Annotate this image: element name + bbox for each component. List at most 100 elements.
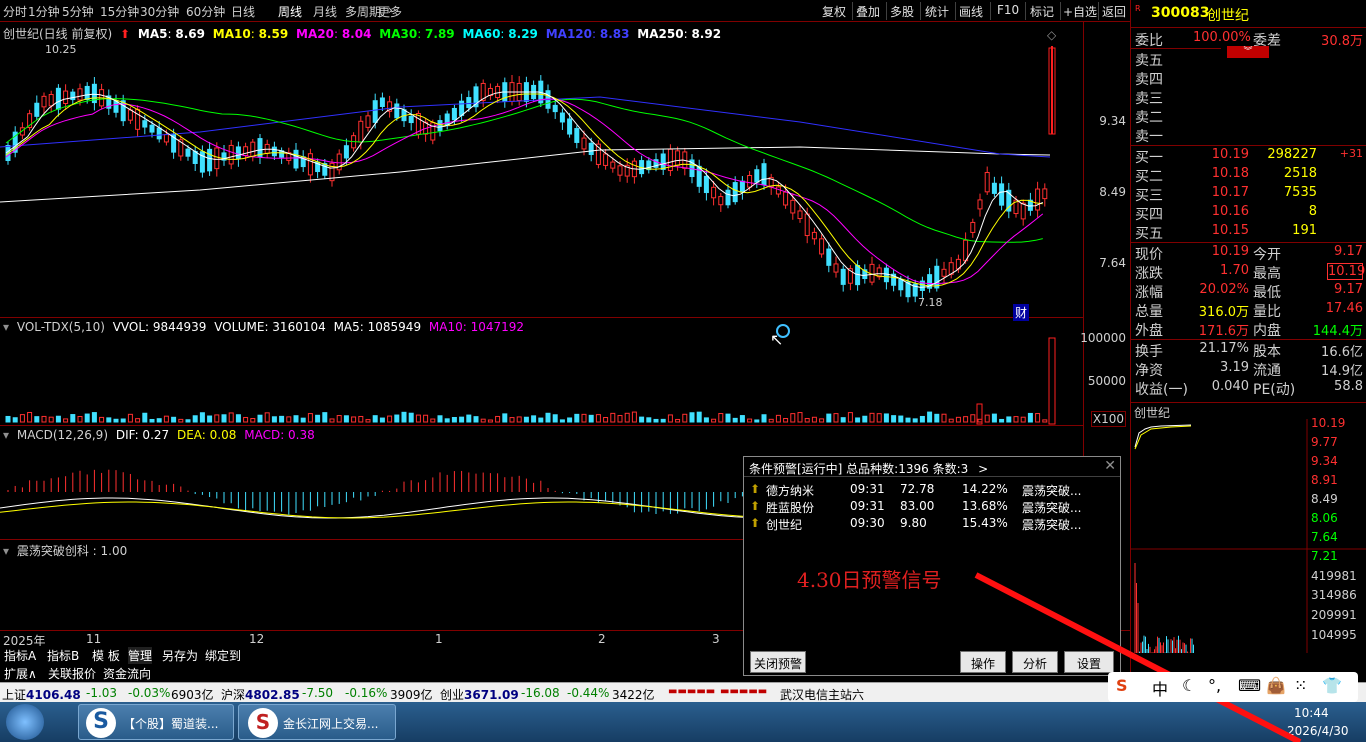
period-9[interactable]: 月线 [313, 3, 337, 20]
volume-bar [1020, 416, 1026, 423]
volume-bar [113, 418, 119, 423]
action-4[interactable]: 统计 [925, 3, 949, 20]
indicator-title: 震荡突破创科 : 1.00 [16, 544, 128, 558]
tab-indicator-b[interactable]: 指标B [47, 647, 79, 664]
volume-bar [1013, 416, 1019, 423]
sell-row[interactable]: 卖三 [1131, 88, 1366, 107]
y-tick: 9.34 [1099, 114, 1126, 128]
y-tick: 7.64 [1099, 256, 1126, 270]
alert-row[interactable]: ⬆ 创世纪 09:30 9.80 15.43% 震荡突破... [750, 516, 1120, 533]
period-1[interactable]: 分时 [3, 3, 27, 20]
candle [451, 107, 457, 121]
volume-bar [199, 412, 205, 423]
buy-row[interactable]: 买四 10.16 8 [1131, 204, 1366, 223]
volume-bar [876, 413, 882, 423]
server-name[interactable]: 武汉电信主站六 [780, 686, 864, 703]
volume-bars [5, 411, 1048, 423]
period-7[interactable]: 日线 [231, 3, 255, 20]
buy-row[interactable]: 买五 10.15 191 [1131, 223, 1366, 242]
period-5[interactable]: 30分钟 [140, 3, 179, 20]
tab-bind-to[interactable]: 绑定到 [205, 647, 241, 664]
keyboard-icon[interactable]: ⌨ [1238, 676, 1261, 695]
tab-related-quote[interactable]: 关联报价 [48, 665, 96, 682]
volume-bar [70, 414, 76, 423]
mini-tick: 9.77 [1311, 435, 1338, 449]
chevron-right-icon[interactable]: › [388, 3, 393, 17]
moon-icon[interactable]: ☾ [1182, 676, 1196, 695]
divider [1131, 48, 1221, 49]
period-4[interactable]: 15分钟 [100, 3, 139, 20]
action-7[interactable]: 标记 [1030, 3, 1054, 20]
collapse-icon[interactable]: ▾ [3, 544, 9, 558]
skin-icon[interactable]: 👜 [1266, 676, 1286, 695]
diamond-icon[interactable]: ◇ [1047, 28, 1056, 42]
action-3[interactable]: 多股 [890, 3, 914, 20]
volume-bar [343, 415, 349, 423]
volume-bar [905, 417, 911, 423]
settings-button[interactable]: 设置 [1064, 651, 1114, 673]
volume-bar [149, 418, 155, 423]
shirt-icon[interactable]: 👕 [1322, 676, 1342, 695]
volume-pane[interactable]: ▾ VOL-TDX(5,10) VVOL: 9844939 VOLUME: 31… [0, 318, 1083, 426]
volume-bar [1027, 412, 1033, 423]
ime-mode[interactable]: 中 [1152, 676, 1168, 700]
buy-row[interactable]: 买一 10.19 298227 +31 [1131, 147, 1366, 166]
big-volume-bar [1048, 337, 1056, 425]
alert-row[interactable]: ⬆ 胜蓝股份 09:31 83.00 13.68% 震荡突破... [750, 499, 1120, 516]
intraday-mini-chart[interactable]: 创世纪 10.19 9.77 9.34 8.91 8.49 8.06 7.64 … [1130, 402, 1366, 682]
weibi-value: 100.00% [1193, 30, 1251, 45]
tab-extend[interactable]: 扩展∧ [4, 665, 37, 682]
action-1[interactable]: 复权 [822, 3, 846, 20]
sell-row[interactable]: 卖二 [1131, 107, 1366, 126]
grid-icon[interactable]: ⁙ [1294, 676, 1307, 695]
tab-template[interactable]: 模 板 [92, 647, 120, 664]
tab-fund-flow[interactable]: 资金流向 [103, 665, 151, 682]
chevron-right-icon[interactable]: > [978, 462, 988, 476]
tab-indicator-a[interactable]: 指标A [4, 647, 36, 664]
volume-bar [84, 413, 90, 423]
volume-bar [178, 418, 184, 423]
buy-row[interactable]: 买三 10.17 7535 [1131, 185, 1366, 204]
alert-row[interactable]: ⬆ 德方纳米 09:31 72.78 14.22% 震荡突破... [750, 482, 1120, 499]
period-10[interactable]: 多周期 [345, 3, 381, 20]
volume-bar [581, 413, 587, 423]
candle [833, 263, 839, 273]
period-2[interactable]: 1分钟 [28, 3, 60, 20]
buy-row[interactable]: 买二 10.18 2518 [1131, 166, 1366, 185]
sell-row[interactable]: 卖四 [1131, 69, 1366, 88]
action-5[interactable]: 画线 [959, 3, 983, 20]
ime-logo-icon: S [1116, 676, 1128, 695]
candle [797, 210, 803, 220]
period-3[interactable]: 5分钟 [62, 3, 94, 20]
close-icon[interactable]: ✕ [1104, 458, 1116, 474]
analyze-button[interactable]: 分析 [1012, 651, 1058, 673]
action-8[interactable]: +自选 [1063, 3, 1097, 20]
candle [250, 141, 256, 157]
index-cy[interactable]: 创业3671.09 [440, 686, 519, 703]
operate-button[interactable]: 操作 [960, 651, 1006, 673]
kline-pane[interactable]: 创世纪(日线 前复权) ⬆ MA5: 8.69 MA10: 8.59 MA20:… [0, 22, 1083, 321]
volume-bar [588, 414, 594, 423]
sell-row[interactable]: 卖一 [1131, 126, 1366, 145]
tab-save-as[interactable]: 另存为 [162, 647, 198, 664]
period-8[interactable]: 周线 [278, 3, 302, 20]
period-6[interactable]: 60分钟 [186, 3, 225, 20]
volume-bar [761, 414, 767, 423]
index-sh[interactable]: 上证4106.48 [2, 686, 81, 703]
volume-bar [127, 413, 133, 423]
index-hs[interactable]: 沪深4802.85 [221, 686, 300, 703]
close-alert-button[interactable]: 关闭预警 [750, 651, 806, 673]
candle [970, 221, 976, 233]
start-button[interactable] [6, 704, 44, 740]
action-9[interactable]: 返回 [1102, 3, 1126, 20]
tab-manage[interactable]: 管理 [128, 647, 153, 664]
action-6[interactable]: F10 [997, 3, 1019, 17]
volume-bar [466, 414, 472, 423]
volume-bar [970, 414, 976, 423]
sell-row[interactable]: 卖五 [1131, 50, 1366, 69]
ime-toolbar[interactable]: S 中 ☾ °, ⌨ 👜 ⁙ 👕 [1108, 672, 1358, 702]
punct-icon[interactable]: °, [1208, 676, 1221, 695]
mini-tick: 9.34 [1311, 454, 1338, 468]
action-2[interactable]: 叠加 [856, 3, 880, 20]
volume-bar [171, 416, 177, 423]
